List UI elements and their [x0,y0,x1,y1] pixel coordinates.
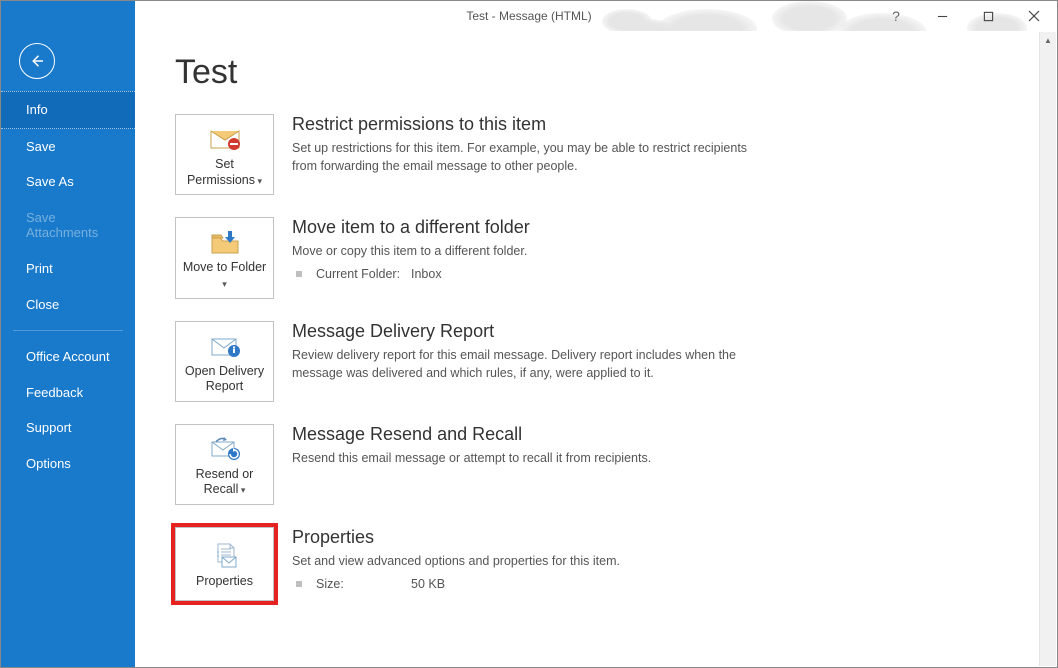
sidebar-item-label: Info [26,102,48,117]
minimize-button[interactable] [919,1,965,31]
sidebar-item-label: Support [26,420,72,435]
kv-key: Size: [316,574,411,594]
scroll-up-icon: ▲ [1040,32,1056,49]
sidebar-item-label: Options [26,456,71,471]
envelope-restricted-icon [208,125,242,153]
tile-label: Resend or Recall [180,467,269,498]
title-bar: Test - Message (HTML) ? [1,1,1057,31]
set-permissions-button[interactable]: Set Permissions [175,114,274,195]
move-folder-icon [208,228,242,256]
kv-row: Current Folder: Inbox [292,264,772,284]
tile-label: Open Delivery Report [180,364,269,395]
sidebar-item-close[interactable]: Close [1,287,135,323]
sidebar-item-label: Save Attachments [26,210,98,241]
kv-value: 50 KB [411,574,445,594]
section-desc: Resend this email message or attempt to … [292,449,772,467]
resend-recall-button[interactable]: Resend or Recall [175,424,274,505]
help-icon: ? [892,8,900,24]
section-restrict-permissions: Set Permissions Restrict permissions to … [175,114,1017,195]
title-bar-blue-corner [1,1,135,31]
section-kv-list: Current Folder: Inbox [292,264,772,284]
section-desc: Set up restrictions for this item. For e… [292,139,772,175]
section-title: Restrict permissions to this item [292,114,772,135]
open-delivery-report-button[interactable]: Open Delivery Report [175,321,274,402]
sidebar-item-label: Office Account [26,349,110,364]
section-title: Move item to a different folder [292,217,772,238]
section-properties: Properties Properties Set and view advan… [175,527,1017,601]
page-title: Test [175,53,1017,92]
sidebar-item-info[interactable]: Info [1,91,135,129]
sidebar-item-support[interactable]: Support [1,410,135,446]
kv-key: Current Folder: [316,264,411,284]
section-resend-recall: Resend or Recall Message Resend and Reca… [175,424,1017,505]
section-title: Message Delivery Report [292,321,772,342]
close-window-button[interactable] [1011,1,1057,31]
sidebar-item-label: Print [26,261,53,276]
maximize-icon [983,11,994,22]
sidebar-item-label: Save As [26,174,74,189]
kv-row: Size: 50 KB [292,574,772,594]
bullet-icon [296,271,302,277]
back-button[interactable] [19,43,55,79]
delivery-report-icon [208,332,242,360]
properties-icon [208,542,242,570]
back-arrow-icon [28,52,46,70]
section-title: Properties [292,527,772,548]
section-desc: Move or copy this item to a different fo… [292,242,772,260]
tile-label: Properties [196,574,253,590]
section-delivery-report: Open Delivery Report Message Delivery Re… [175,321,1017,402]
sidebar-item-save-attachments: Save Attachments [1,200,135,251]
sidebar-item-label: Feedback [26,385,83,400]
sidebar-item-options[interactable]: Options [1,446,135,482]
backstage-content: Test Set Permissions Restrict permission… [135,31,1057,667]
section-desc: Review delivery report for this email me… [292,346,772,382]
minimize-icon [937,11,948,22]
sidebar-separator [13,330,123,331]
sidebar-item-print[interactable]: Print [1,251,135,287]
kv-value: Inbox [411,264,442,284]
section-move-folder: Move to Folder Move item to a different … [175,217,1017,298]
sidebar-item-feedback[interactable]: Feedback [1,375,135,411]
sidebar-item-save[interactable]: Save [1,129,135,165]
sidebar-item-office-account[interactable]: Office Account [1,339,135,375]
tile-label: Move to Folder [180,260,269,291]
help-button[interactable]: ? [873,1,919,31]
backstage-sidebar: Info Save Save As Save Attachments Print… [1,31,135,667]
vertical-scrollbar[interactable]: ▲ [1039,32,1056,666]
section-title: Message Resend and Recall [292,424,772,445]
tile-label: Set Permissions [180,157,269,188]
sidebar-item-save-as[interactable]: Save As [1,164,135,200]
section-desc: Set and view advanced options and proper… [292,552,772,570]
bullet-icon [296,581,302,587]
properties-button[interactable]: Properties [175,527,274,601]
maximize-button[interactable] [965,1,1011,31]
window-title: Test - Message (HTML) [466,9,591,23]
resend-recall-icon [208,435,242,463]
sidebar-item-label: Save [26,139,56,154]
section-kv-list: Size: 50 KB [292,574,772,594]
sidebar-item-label: Close [26,297,59,312]
move-to-folder-button[interactable]: Move to Folder [175,217,274,298]
close-icon [1028,10,1040,22]
